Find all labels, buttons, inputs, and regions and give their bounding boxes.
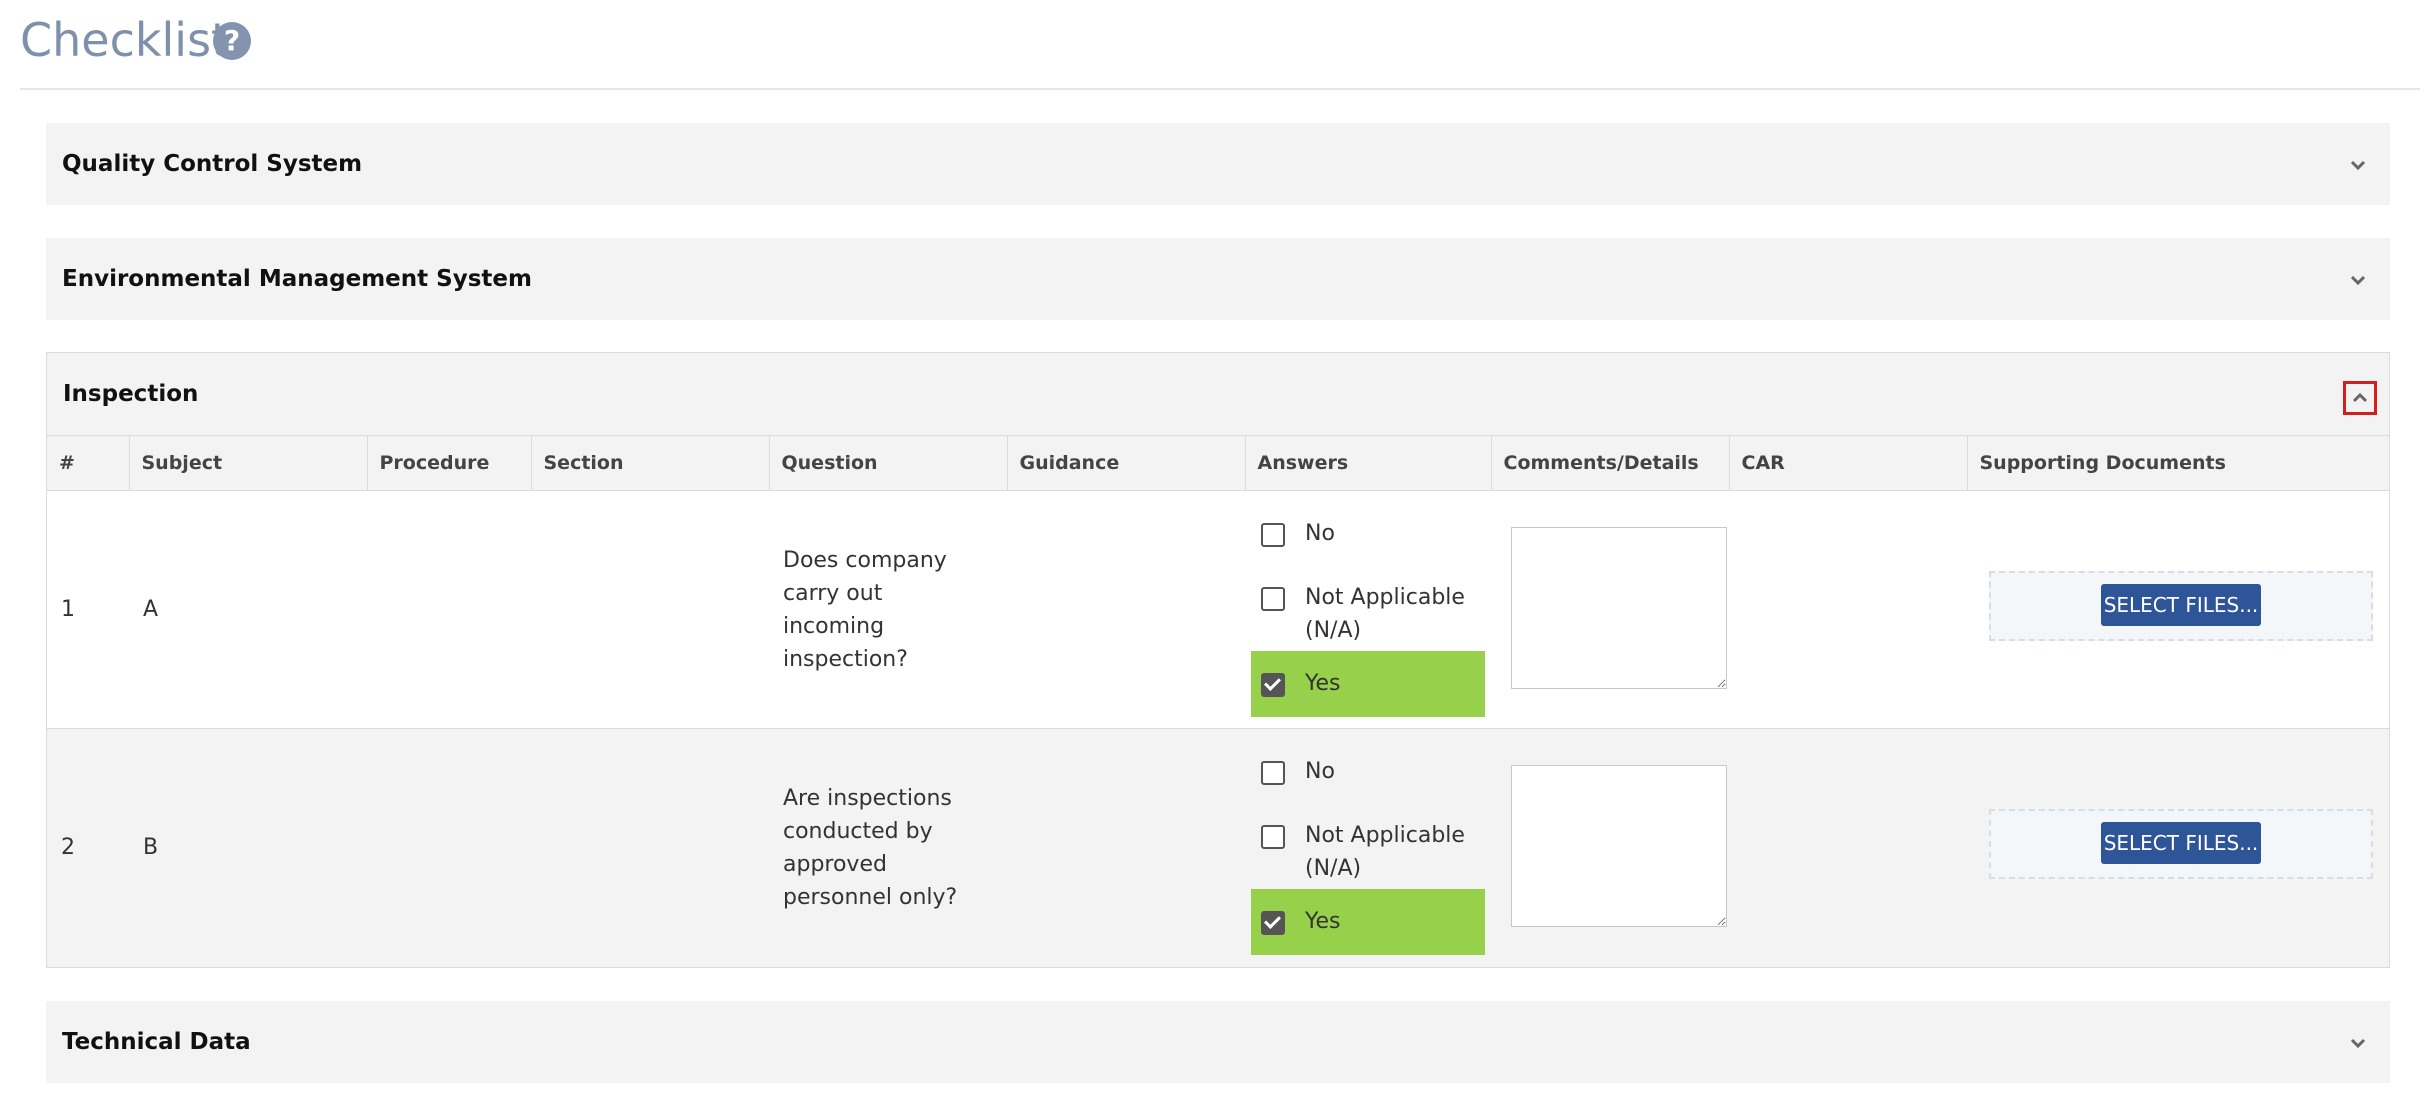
column-header[interactable]: #	[47, 435, 129, 491]
file-dropzone[interactable]: SELECT FILES...	[1989, 809, 2373, 879]
answer-na-checkbox[interactable]	[1261, 587, 1285, 611]
row-supporting-documents: SELECT FILES...	[1967, 490, 2389, 729]
column-header[interactable]: CAR	[1728, 435, 1967, 491]
table-row: 1 A Does company carry out incoming insp…	[47, 490, 2389, 729]
column-header[interactable]: Subject	[128, 435, 367, 491]
row-answers: No Not Applicable (N/A) Yes	[1245, 728, 1491, 966]
row-section	[531, 490, 769, 729]
row-subject: B	[129, 728, 367, 966]
answer-yes-option[interactable]: Yes	[1251, 651, 1485, 717]
row-supporting-documents: SELECT FILES...	[1967, 728, 2389, 966]
answer-yes-checkbox[interactable]	[1261, 911, 1285, 935]
row-comments	[1491, 728, 1729, 966]
section-quality-control-system[interactable]: Quality Control System	[46, 123, 2390, 205]
answer-na-option[interactable]: Not Applicable (N/A)	[1251, 815, 1485, 885]
chevron-down-icon[interactable]	[2348, 270, 2368, 290]
row-question: Does company carry out incoming inspecti…	[769, 490, 1007, 729]
answer-no-option[interactable]: No	[1251, 751, 1485, 791]
answer-label: Not Applicable (N/A)	[1305, 823, 1465, 881]
row-answers: No Not Applicable (N/A) Yes	[1245, 490, 1491, 729]
answer-no-option[interactable]: No	[1251, 513, 1485, 553]
answer-label: Not Applicable (N/A)	[1305, 585, 1465, 643]
answer-label: No	[1305, 759, 1335, 784]
column-header[interactable]: Answers	[1244, 435, 1491, 491]
section-inspection: Inspection # Subject Procedure Section Q…	[46, 352, 2390, 968]
chevron-down-icon[interactable]	[2348, 1033, 2368, 1053]
row-guidance	[1007, 728, 1245, 966]
collapse-section-button[interactable]	[2343, 381, 2377, 415]
checklist-table: # Subject Procedure Section Question Gui…	[47, 435, 2389, 966]
row-comments	[1491, 490, 1729, 729]
column-header[interactable]: Comments/Details	[1490, 435, 1729, 491]
row-car	[1729, 490, 1967, 729]
comments-textarea[interactable]	[1511, 527, 1727, 689]
section-title: Environmental Management System	[62, 266, 532, 292]
answer-yes-checkbox[interactable]	[1261, 673, 1285, 697]
column-header[interactable]: Procedure	[366, 435, 531, 491]
answer-label: No	[1305, 521, 1335, 546]
column-header[interactable]: Guidance	[1006, 435, 1245, 491]
section-title: Technical Data	[62, 1029, 251, 1055]
answer-label: Yes	[1305, 909, 1341, 934]
row-procedure	[367, 728, 531, 966]
row-guidance	[1007, 490, 1245, 729]
chevron-up-icon	[2352, 392, 2368, 403]
comments-textarea[interactable]	[1511, 765, 1727, 927]
column-header[interactable]: Section	[530, 435, 769, 491]
answer-na-checkbox[interactable]	[1261, 825, 1285, 849]
answer-label: Yes	[1305, 671, 1341, 696]
column-header[interactable]: Supporting Documents	[1966, 435, 2389, 491]
row-number: 1	[47, 490, 129, 729]
answer-yes-option[interactable]: Yes	[1251, 889, 1485, 955]
row-car	[1729, 728, 1967, 966]
row-question: Are inspections conducted by approved pe…	[769, 728, 1007, 966]
chevron-down-icon[interactable]	[2348, 155, 2368, 175]
row-number: 2	[47, 728, 129, 966]
select-files-button[interactable]: SELECT FILES...	[2101, 822, 2261, 864]
answer-no-checkbox[interactable]	[1261, 761, 1285, 785]
file-dropzone[interactable]: SELECT FILES...	[1989, 571, 2373, 641]
section-technical-data[interactable]: Technical Data	[46, 1001, 2390, 1083]
row-section	[531, 728, 769, 966]
page-title: Checklist	[20, 13, 230, 67]
section-title: Inspection	[63, 381, 199, 407]
page-header: Checklist ?	[20, 0, 2420, 90]
row-procedure	[367, 490, 531, 729]
table-row: 2 B Are inspections conducted by approve…	[47, 728, 2389, 966]
section-title: Quality Control System	[62, 151, 363, 177]
help-icon[interactable]: ?	[213, 22, 251, 60]
answer-no-checkbox[interactable]	[1261, 523, 1285, 547]
row-subject: A	[129, 490, 367, 729]
answer-na-option[interactable]: Not Applicable (N/A)	[1251, 577, 1485, 647]
column-header[interactable]: Question	[768, 435, 1007, 491]
table-header-row: # Subject Procedure Section Question Gui…	[47, 435, 2389, 491]
select-files-button[interactable]: SELECT FILES...	[2101, 584, 2261, 626]
section-environmental-management-system[interactable]: Environmental Management System	[46, 238, 2390, 320]
